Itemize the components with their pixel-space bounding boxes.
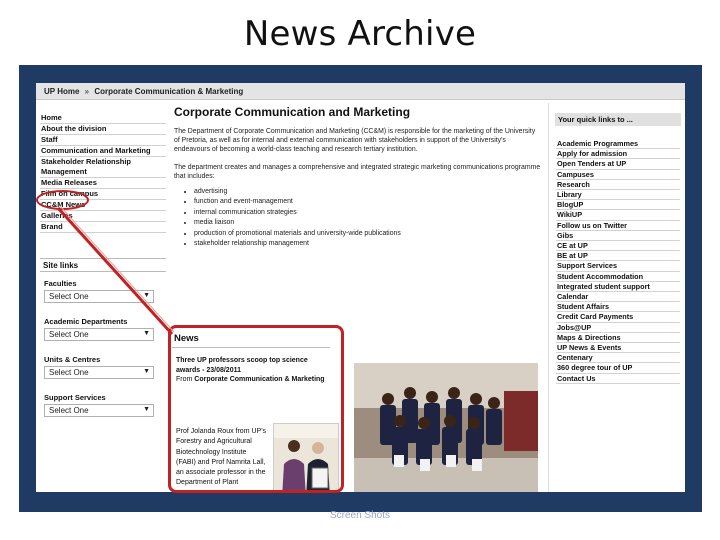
- left-nav: Home About the division Staff Communicat…: [40, 113, 166, 233]
- services-list: advertising function and event-managemen…: [194, 187, 548, 249]
- units-centres-select-value: Select One: [49, 368, 89, 377]
- quick-link-academic-programmes[interactable]: Academic Programmes: [556, 139, 680, 150]
- units-centres-select[interactable]: Select One ▼: [44, 366, 154, 379]
- quick-link-wikiup[interactable]: WikiUP: [556, 210, 680, 221]
- intro-paragraph-2: The department creates and manages a com…: [174, 163, 541, 180]
- nav-item-galleries[interactable]: Galleries: [40, 211, 166, 222]
- support-services-select-value: Select One: [49, 406, 89, 415]
- quick-link-student-affairs[interactable]: Student Affairs: [556, 302, 680, 313]
- quick-link-twitter[interactable]: Follow us on Twitter: [556, 221, 680, 231]
- list-item: internal communication strategies: [194, 208, 548, 218]
- nav-item-communication-marketing[interactable]: Communication and Marketing: [40, 146, 166, 157]
- quick-link-be-at-up[interactable]: BE at UP: [556, 251, 680, 262]
- chevron-down-icon: ▼: [143, 292, 150, 299]
- faculties-label: Faculties: [44, 279, 77, 288]
- quick-link-research[interactable]: Research: [556, 180, 680, 191]
- quick-link-contact-us[interactable]: Contact Us: [556, 374, 680, 384]
- slide-title: News Archive: [243, 14, 477, 54]
- quick-link-centenary[interactable]: Centenary: [556, 353, 680, 364]
- faculties-select[interactable]: Select One ▼: [44, 290, 154, 303]
- chevron-down-icon: ▼: [143, 330, 150, 337]
- list-item: stakeholder relationship management: [194, 239, 548, 249]
- site-links-header: Site links: [40, 258, 166, 272]
- nav-item-about[interactable]: About the division: [40, 124, 166, 135]
- breadcrumb-current[interactable]: Corporate Communication & Marketing: [94, 87, 243, 96]
- nav-item-staff[interactable]: Staff: [40, 135, 166, 146]
- intro-paragraph-1: The Department of Corporate Communicatio…: [174, 128, 536, 154]
- page-heading: Corporate Communication and Marketing: [174, 105, 411, 119]
- academic-departments-label: Academic Departments: [44, 317, 128, 326]
- list-item: production of promotional materials and …: [194, 229, 548, 239]
- breadcrumb-separator: »: [84, 87, 90, 96]
- nav-item-media-releases[interactable]: Media Releases: [40, 178, 166, 189]
- academic-departments-select-value: Select One: [49, 330, 89, 339]
- list-item: function and event-management: [194, 197, 548, 207]
- quick-link-apply-admission[interactable]: Apply for admission: [556, 149, 680, 160]
- quick-link-open-tenders[interactable]: Open Tenders at UP: [556, 159, 680, 170]
- slide-footer-caption: Screen Shots: [329, 510, 391, 521]
- right-sidebar: Your quick links to ... Academic Program…: [548, 103, 685, 492]
- quick-link-gibs[interactable]: Gibs: [556, 231, 680, 242]
- nav-item-stakeholder-relationship[interactable]: Stakeholder Relationship Management: [40, 157, 166, 178]
- quick-link-maps-directions[interactable]: Maps & Directions: [556, 333, 680, 344]
- nav-item-home[interactable]: Home: [40, 113, 166, 124]
- list-item: advertising: [194, 187, 548, 197]
- quick-links-header: Your quick links to ...: [555, 113, 681, 126]
- breadcrumb: UP Home » Corporate Communication & Mark…: [36, 83, 685, 100]
- quick-link-360-tour[interactable]: 360 degree tour of UP: [556, 363, 680, 374]
- news-photo-group[interactable]: [354, 363, 538, 492]
- quick-link-integrated-student-support[interactable]: Integrated student support: [556, 282, 680, 293]
- site-links: Site links Faculties Select One ▼ Academ…: [40, 258, 166, 417]
- chevron-down-icon: ▼: [143, 406, 150, 413]
- support-services-select[interactable]: Select One ▼: [44, 404, 154, 417]
- quick-links-list: Academic Programmes Apply for admission …: [556, 139, 680, 384]
- left-sidebar: Home About the division Staff Communicat…: [36, 103, 168, 492]
- highlight-oval: [36, 190, 89, 210]
- units-centres-label: Units & Centres: [44, 355, 101, 364]
- quick-link-calendar[interactable]: Calendar: [556, 292, 680, 303]
- quick-link-news-events[interactable]: UP News & Events: [556, 343, 680, 354]
- quick-link-jobs[interactable]: Jobs@UP: [556, 323, 680, 333]
- support-services-label: Support Services: [44, 393, 106, 402]
- quick-link-library[interactable]: Library: [556, 190, 680, 201]
- quick-link-support-services[interactable]: Support Services: [556, 261, 680, 272]
- list-item: media liaison: [194, 218, 548, 228]
- chevron-down-icon: ▼: [143, 368, 150, 375]
- web-page: UP Home » Corporate Communication & Mark…: [36, 83, 685, 492]
- nav-item-brand[interactable]: Brand: [40, 222, 166, 233]
- faculties-select-value: Select One: [49, 292, 89, 301]
- quick-link-blogup[interactable]: BlogUP: [556, 200, 680, 211]
- quick-link-ce-at-up[interactable]: CE at UP: [556, 241, 680, 252]
- breadcrumb-home-link[interactable]: UP Home: [44, 87, 79, 96]
- quick-link-student-accommodation[interactable]: Student Accommodation: [556, 272, 680, 282]
- highlight-rectangle: [168, 325, 344, 493]
- quick-link-campuses[interactable]: Campuses: [556, 170, 680, 180]
- academic-departments-select[interactable]: Select One ▼: [44, 328, 154, 341]
- quick-link-credit-card-payments[interactable]: Credit Card Payments: [556, 312, 680, 323]
